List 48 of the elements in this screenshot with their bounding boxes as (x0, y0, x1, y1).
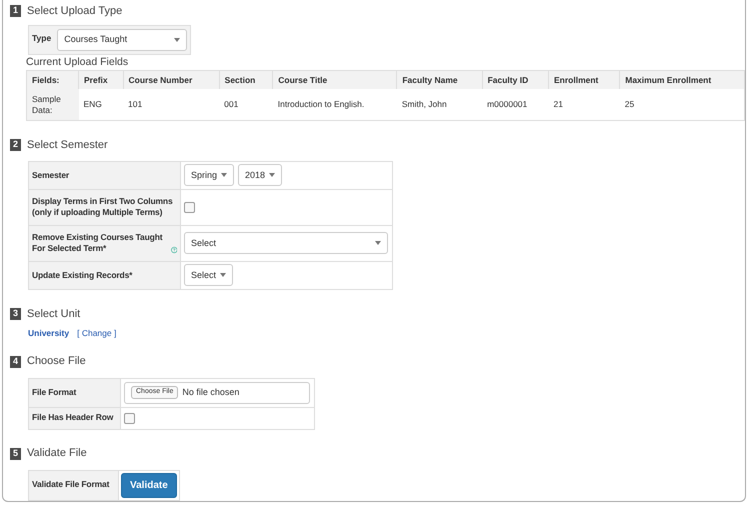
row-header: Sample Data: (26, 89, 78, 120)
section-title: Select Unit (27, 306, 80, 322)
table-cell: 25 (620, 89, 744, 120)
change-link[interactable]: [ Change ] (77, 326, 116, 340)
column-header: Faculty Name (396, 70, 482, 90)
table-cell: 21 (548, 89, 620, 120)
column-header: Course Title (272, 70, 397, 90)
unit-name: University (28, 326, 70, 340)
field-label: Validate File Format (28, 470, 118, 500)
help-icon[interactable] (170, 244, 177, 255)
field-label: Display Terms in First Two Columns (only if uploading Multiple Terms) (28, 189, 180, 226)
section-title: Validate File (27, 446, 87, 462)
section-title: Choose File (27, 354, 86, 370)
column-header: Course Number (123, 70, 220, 90)
field-label: File Format (28, 378, 120, 408)
table-cell: Smith, John (396, 89, 482, 120)
column-header: Maximum Enrollment (620, 70, 744, 90)
checkbox[interactable] (124, 412, 135, 424)
step-number: 4 (10, 356, 21, 368)
step-number: 5 (10, 448, 21, 460)
field-label: Update Existing Records* (28, 261, 180, 290)
step-number: 2 (10, 138, 21, 151)
dropdown[interactable]: Select (184, 232, 388, 254)
column-header: Section (219, 70, 273, 90)
validate-button[interactable]: Validate (121, 472, 177, 498)
table-cell: m0000001 (482, 89, 548, 120)
table-cell: 001 (219, 89, 273, 120)
table-cell: 101 (123, 89, 220, 120)
dropdown[interactable]: Select (184, 264, 234, 286)
section-title: Select Upload Type (27, 4, 122, 19)
column-header: Enrollment (548, 70, 620, 90)
table-cell: Introduction to English. (272, 89, 397, 120)
column-header: Faculty ID (482, 70, 548, 90)
field-label: Semester (28, 161, 180, 190)
field-label: Remove Existing Courses Taught For Selected Term* (32, 232, 164, 255)
field-label: File Has Header Row (28, 407, 120, 430)
checkbox[interactable] (184, 202, 195, 213)
dropdown[interactable]: 2018 (238, 164, 282, 186)
field-label: Type (32, 32, 52, 45)
dropdown[interactable]: Spring (184, 164, 234, 186)
column-header: Prefix (78, 70, 124, 90)
section-title: Select Semester (27, 138, 108, 153)
column-header: Fields: (26, 70, 78, 90)
subheading: Current Upload Fields (26, 56, 130, 69)
type-dropdown[interactable]: Courses Taught (57, 29, 188, 51)
step-number: 1 (10, 5, 21, 17)
step-number: 3 (10, 308, 21, 320)
table-cell: ENG (78, 89, 124, 120)
